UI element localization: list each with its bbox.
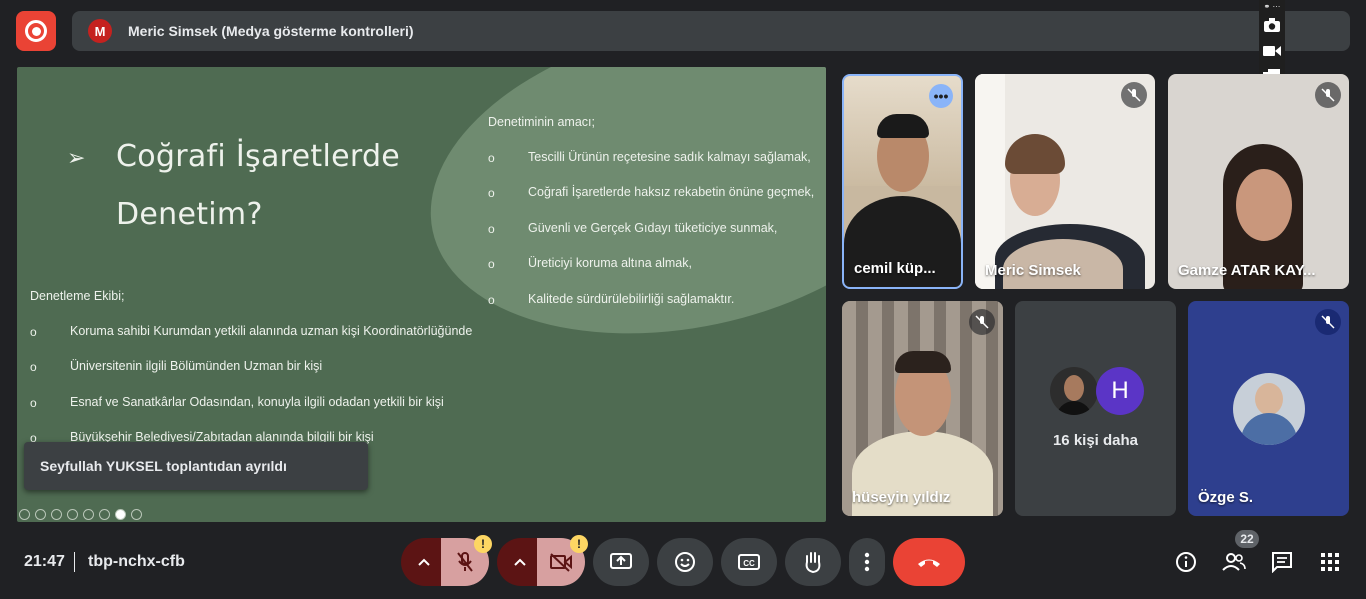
people-count-badge: 22	[1235, 530, 1259, 548]
info-icon	[1176, 552, 1196, 572]
subtitle-icon[interactable]	[99, 508, 110, 520]
participant-name: hüseyin yıldız	[852, 489, 951, 506]
zoom-icon[interactable]	[83, 508, 94, 520]
closed-captions-icon: CC	[738, 554, 760, 570]
list-bullet: o	[30, 360, 37, 374]
people-button[interactable]	[1221, 549, 1247, 575]
team-item: Esnaf ve Sanatkârlar Odasından, konuyla …	[70, 395, 444, 409]
video-icon[interactable]	[1261, 38, 1283, 64]
arrow-bullet-icon: ➢	[67, 145, 86, 170]
mic-off-icon	[457, 552, 473, 572]
mic-off-icon	[1315, 82, 1341, 108]
participant-name: Meric Simsek	[985, 262, 1081, 279]
list-bullet: o	[488, 293, 495, 307]
mic-off-icon	[969, 309, 995, 335]
notification-toast: Seyfullah YUKSEL toplantıdan ayrıldı	[24, 442, 368, 490]
more-vert-icon	[864, 552, 870, 572]
list-bullet: o	[488, 222, 495, 236]
slide-show-toolbar[interactable]	[19, 507, 142, 521]
team-item: Üniversitenin ilgili Bölümünden Uzman bi…	[70, 359, 323, 373]
slides-grid-icon[interactable]	[67, 508, 78, 520]
slide-title-line1: Coğrafi İşaretlerde	[116, 139, 401, 174]
team-heading: Denetleme Ekibi;	[30, 289, 125, 303]
list-bullet: o	[30, 396, 37, 410]
participant-name: Gamze ATAR KAY...	[1178, 262, 1316, 279]
purpose-item: Coğrafi İşaretlerde haksız rekabetin önü…	[528, 185, 815, 199]
svg-text:CC: CC	[743, 559, 755, 568]
emoji-icon	[675, 552, 695, 572]
link-more-icon[interactable]: ⚭ ···	[1264, 2, 1281, 12]
purpose-item: Güvenli ve Gerçek Gıdayı tüketiciye sunm…	[528, 221, 778, 235]
presenter-avatar: M	[88, 19, 112, 43]
participant-tile[interactable]: Gamze ATAR KAY...	[1168, 74, 1349, 289]
participant-name: Özge S.	[1198, 489, 1254, 506]
pen-icon[interactable]	[51, 508, 62, 520]
raise-hand-button[interactable]	[785, 538, 841, 586]
list-bullet: o	[488, 186, 495, 200]
apps-grid-icon	[1321, 553, 1339, 571]
participant-avatar	[1050, 367, 1098, 415]
camera-icon[interactable]	[1261, 12, 1283, 38]
clock: 21:47	[24, 553, 65, 570]
slide-title-line2: Denetim?	[116, 197, 263, 232]
team-item: Koruma sahibi Kurumdan yetkili alanında …	[70, 324, 473, 338]
chevron-up-icon	[514, 558, 526, 566]
purpose-item: Üreticiyi koruma altına almak,	[528, 256, 692, 270]
participant-tile[interactable]: Özge S.	[1188, 301, 1349, 516]
chat-button[interactable]	[1269, 549, 1295, 575]
participant-tile[interactable]: ••• cemil küp...	[842, 74, 963, 289]
mic-off-icon	[1315, 309, 1341, 335]
mic-warning-badge: !	[474, 535, 492, 553]
mic-off-icon	[1121, 82, 1147, 108]
reactions-button[interactable]	[657, 538, 713, 586]
chevron-up-icon	[418, 558, 430, 566]
more-options-button[interactable]	[849, 538, 885, 586]
participant-name: cemil küp...	[854, 260, 936, 277]
present-screen-button[interactable]	[593, 538, 649, 586]
meeting-code: tbp-nchx-cfb	[88, 553, 185, 570]
list-bullet: o	[30, 325, 37, 339]
meeting-details-button[interactable]	[1173, 549, 1199, 575]
more-participants-tile[interactable]: H 16 kişi daha	[1015, 301, 1176, 516]
chat-icon	[1272, 552, 1292, 573]
raise-hand-icon	[805, 552, 821, 574]
captions-button[interactable]: CC	[721, 538, 777, 586]
purpose-item: Kalitede sürdürülebilirliği sağlamaktır.	[528, 292, 735, 306]
purpose-heading: Denetiminin amacı;	[488, 115, 595, 129]
participant-avatar-letter: H	[1096, 367, 1144, 415]
purpose-item: Tescilli Ürünün reçetesine sadık kalmayı…	[528, 150, 811, 164]
speaking-indicator-icon: •••	[929, 84, 953, 108]
pointer-icon[interactable]	[35, 508, 46, 520]
divider	[74, 552, 75, 572]
leave-call-button[interactable]	[893, 538, 965, 586]
present-screen-icon	[610, 553, 632, 569]
presenter-title: Meric Simsek (Medya gösterme kontrolleri…	[128, 23, 414, 39]
camera-off-icon	[550, 553, 572, 572]
list-bullet: o	[488, 151, 495, 165]
prev-slide-icon[interactable]	[19, 508, 30, 520]
record-icon	[25, 20, 47, 42]
toast-message: Seyfullah YUKSEL toplantıdan ayrıldı	[40, 458, 287, 474]
hang-up-icon	[918, 559, 940, 567]
participant-avatar	[1233, 373, 1305, 445]
more-participants-label: 16 kişi daha	[1052, 432, 1139, 449]
people-icon	[1222, 553, 1246, 571]
camera-warning-badge: !	[570, 535, 588, 553]
activities-button[interactable]	[1317, 549, 1343, 575]
list-bullet: o	[488, 257, 495, 271]
participant-tile[interactable]: hüseyin yıldız	[842, 301, 1003, 516]
close-show-icon[interactable]	[115, 508, 126, 520]
more-options-icon[interactable]	[131, 508, 142, 520]
recording-button[interactable]	[16, 11, 56, 51]
person-face	[1236, 169, 1292, 241]
participant-tile[interactable]: Meric Simsek	[975, 74, 1155, 289]
presenter-bar[interactable]: M Meric Simsek (Medya gösterme kontrolle…	[72, 11, 1350, 51]
